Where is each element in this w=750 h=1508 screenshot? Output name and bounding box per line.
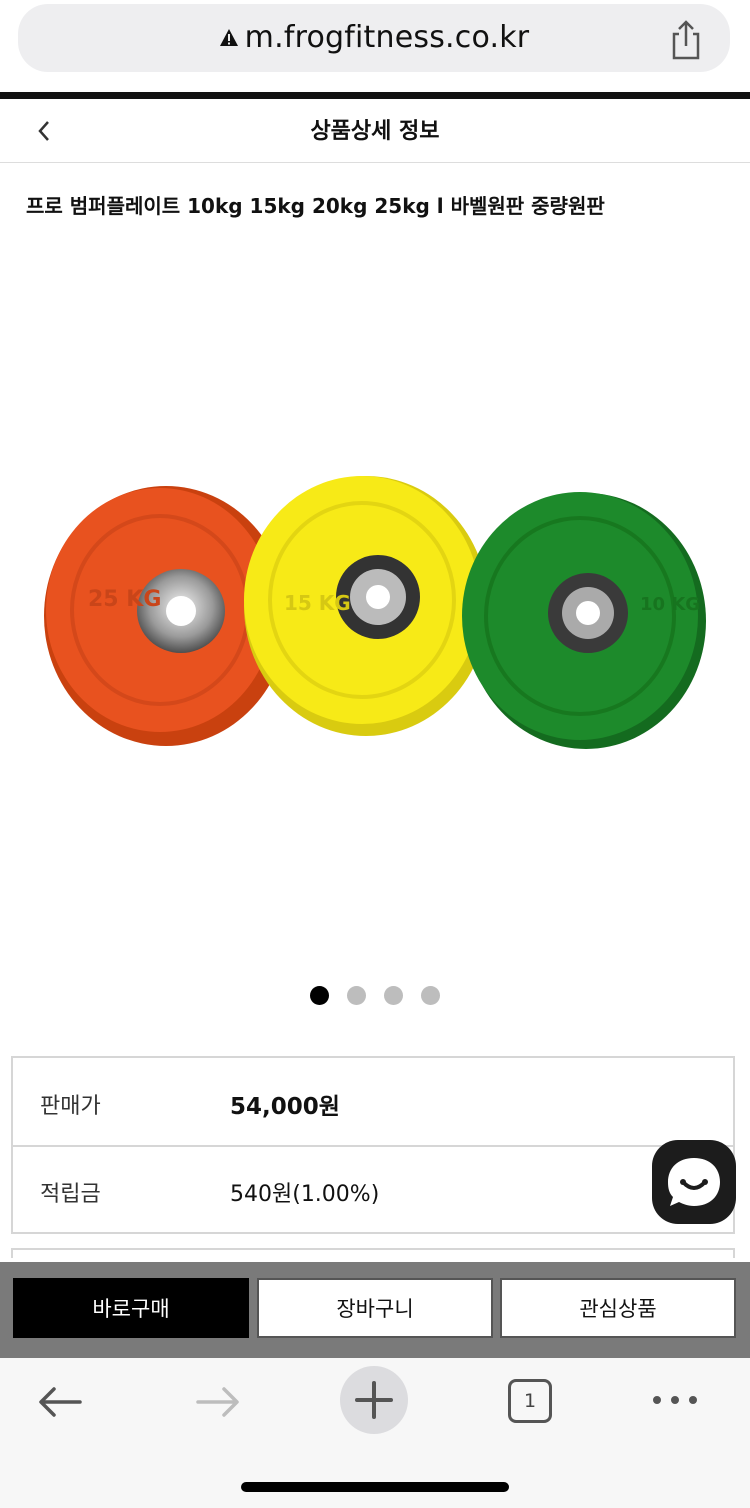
chat-bubble-icon	[668, 1158, 720, 1206]
carousel-dot-2[interactable]	[347, 986, 366, 1005]
svg-text:15 KG: 15 KG	[284, 591, 351, 615]
svg-text:25 KG: 25 KG	[88, 587, 161, 612]
purchase-action-bar: 바로구매 장바구니 관심상품	[0, 1262, 750, 1358]
url-display[interactable]: m.frogfitness.co.kr	[18, 20, 730, 56]
tabs-button[interactable]: 1	[508, 1379, 552, 1423]
table-row-divider	[11, 1145, 735, 1147]
green-plate: 10 KG	[462, 492, 706, 749]
carousel-dot-1[interactable]	[310, 986, 329, 1005]
url-bar[interactable]: m.frogfitness.co.kr	[18, 4, 730, 72]
header-divider	[0, 162, 750, 163]
url-text: m.frogfitness.co.kr	[244, 20, 530, 55]
buy-now-button[interactable]: 바로구매	[13, 1278, 249, 1338]
svg-text:10 KG: 10 KG	[640, 594, 700, 615]
forward-arrow-icon[interactable]	[194, 1382, 242, 1426]
share-icon[interactable]	[666, 18, 706, 66]
more-options-icon[interactable]	[650, 1390, 700, 1414]
price-label: 판매가	[40, 1094, 101, 1119]
plus-icon	[355, 1381, 393, 1419]
page-title: 상품상세 정보	[310, 119, 440, 144]
top-divider	[0, 92, 750, 99]
home-indicator	[241, 1482, 509, 1492]
carousel-dot-3[interactable]	[384, 986, 403, 1005]
new-tab-button[interactable]	[340, 1366, 408, 1434]
yellow-plate: 15 KG	[244, 476, 488, 736]
back-arrow-icon[interactable]	[36, 1382, 84, 1426]
carousel-dot-4[interactable]	[421, 986, 440, 1005]
points-label: 적립금	[40, 1182, 101, 1207]
product-title: 프로 범퍼플레이트 10kg 15kg 20kg 25kg l 바벨원판 중량원…	[26, 194, 605, 218]
product-image[interactable]: 25 KG 15 KG 10 KG	[0, 240, 750, 964]
points-value: 540원(1.00%)	[230, 1182, 380, 1207]
warning-icon	[219, 21, 239, 56]
price-value: 54,000원	[230, 1094, 340, 1120]
wishlist-button[interactable]: 관심상품	[500, 1278, 736, 1338]
add-to-cart-button[interactable]: 장바구니	[257, 1278, 493, 1338]
carousel-dots	[0, 986, 750, 1005]
chat-button[interactable]	[652, 1140, 736, 1224]
next-section-border	[11, 1248, 735, 1258]
